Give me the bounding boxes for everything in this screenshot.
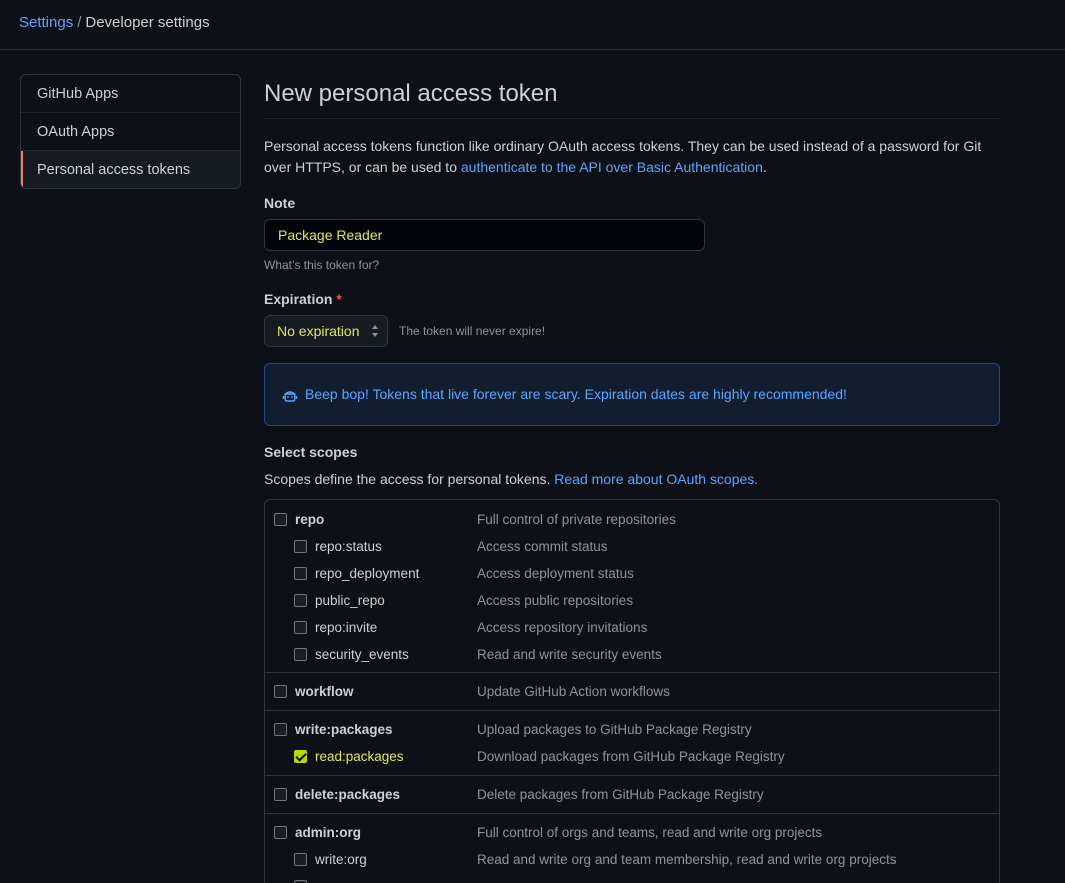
expiration-selected-value: No expiration [277,323,360,339]
scope-desc: Update GitHub Action workflows [477,684,670,699]
scope-row-security-events: security_events Read and write security … [265,646,999,666]
scope-desc: Access repository invitations [477,620,648,635]
developer-settings-nav: GitHub Apps OAuth Apps Personal access t… [20,74,241,189]
scope-desc: Read and write security events [477,647,662,662]
breadcrumb-current: Developer settings [85,14,210,31]
scope-name: delete:packages [295,787,401,802]
intro-text: Personal access tokens function like ord… [264,136,1000,178]
scope-name: admin:org [295,825,361,840]
oauth-scopes-link[interactable]: Read more about OAuth scopes. [554,471,758,487]
scope-row-repo-deployment: repo_deployment Access deployment status [265,565,999,585]
expiration-note: The token will never expire! [399,324,546,338]
flash-message: Beep bop! Tokens that live forever are s… [305,386,847,402]
scope-name: repo_deployment [315,566,420,581]
scope-row-repo-status: repo:status Access commit status [265,538,999,558]
scope-name: repo [295,512,325,527]
scope-row-write-packages: write:packages Upload packages to GitHub… [265,721,999,741]
scope-row-write-org: write:org Read and write org and team me… [265,851,999,871]
breadcrumb: Settings / Developer settings [19,14,210,31]
scope-name: security_events [315,647,409,662]
scope-name: write:packages [295,722,393,737]
scope-row-public-repo: public_repo Access public repositories [265,592,999,612]
scope-group-workflow: workflow Update GitHub Action workflows [265,673,999,711]
scope-checkbox-write-packages[interactable] [274,723,287,736]
scope-desc: Access deployment status [477,566,634,581]
scope-row-admin-org: admin:org Full control of orgs and teams… [265,824,999,844]
scopes-list: repo Full control of private repositorie… [264,499,1000,883]
scope-name: repo:invite [315,620,378,635]
scope-row-delete-packages: delete:packages Delete packages from Git… [265,786,999,806]
scope-group-delete-packages: delete:packages Delete packages from Git… [265,776,999,814]
robot-icon [282,391,298,402]
scopes-title: Select scopes [264,444,358,460]
scope-desc: Access commit status [477,539,608,554]
scope-name: workflow [295,684,354,699]
scope-name: repo:status [315,539,382,554]
note-input[interactable]: Package Reader [264,219,705,251]
scope-row-repo: repo Full control of private repositorie… [265,511,999,531]
scope-checkbox-write-org[interactable] [294,853,307,866]
basic-auth-link[interactable]: authenticate to the API over Basic Authe… [461,159,763,175]
expiration-warning-flash: Beep bop! Tokens that live forever are s… [264,363,1000,426]
scope-desc: Download packages from GitHub Package Re… [477,749,785,764]
page-title: New personal access token [264,80,1000,119]
scopes-desc-text: Scopes define the access for personal to… [264,471,555,487]
scope-row-read-packages: read:packages Download packages from Git… [265,748,999,768]
scope-desc: Delete packages from GitHub Package Regi… [477,787,764,802]
scope-name: write:org [315,852,367,867]
scope-checkbox-repo[interactable] [274,513,287,526]
scope-name: read:packages [315,749,404,764]
sidebar-item-github-apps[interactable]: GitHub Apps [21,75,240,113]
breadcrumb-settings-link[interactable]: Settings [19,14,73,31]
scope-row-next-partial [265,878,999,883]
scope-checkbox-repo-status[interactable] [294,540,307,553]
scope-checkbox-delete-packages[interactable] [274,788,287,801]
scope-name: public_repo [315,593,385,608]
scope-desc: Read and write org and team membership, … [477,852,897,867]
scope-checkbox-read-packages[interactable] [294,750,307,763]
note-hint: What’s this token for? [264,258,380,272]
scope-desc: Full control of orgs and teams, read and… [477,825,823,840]
expiration-label: Expiration * [264,291,342,307]
scopes-desc: Scopes define the access for personal to… [264,471,758,487]
scope-group-write-packages: write:packages Upload packages to GitHub… [265,711,999,776]
scope-row-repo-invite: repo:invite Access repository invitation… [265,619,999,639]
scope-group-admin-org: admin:org Full control of orgs and teams… [265,814,999,883]
sidebar-item-oauth-apps[interactable]: OAuth Apps [21,113,240,151]
scope-checkbox-repo-deployment[interactable] [294,567,307,580]
scope-checkbox-workflow[interactable] [274,685,287,698]
expiration-select[interactable]: No expiration [264,315,388,347]
scope-desc: Upload packages to GitHub Package Regist… [477,722,752,737]
expiration-label-text: Expiration [264,291,333,307]
scope-checkbox-security-events[interactable] [294,648,307,661]
required-marker: * [336,291,342,307]
top-bar: Settings / Developer settings [0,0,1065,50]
breadcrumb-separator: / [77,14,82,31]
intro-text-end: . [762,159,767,175]
select-arrows-icon [372,325,378,337]
sidebar-item-personal-access-tokens[interactable]: Personal access tokens [21,151,240,188]
scope-checkbox-public-repo[interactable] [294,594,307,607]
scope-checkbox-admin-org[interactable] [274,826,287,839]
scope-checkbox-repo-invite[interactable] [294,621,307,634]
scope-row-workflow: workflow Update GitHub Action workflows [265,683,999,703]
scope-desc: Access public repositories [477,593,634,608]
scope-desc: Full control of private repositories [477,512,676,527]
note-label: Note [264,195,296,211]
scope-group-repo: repo Full control of private repositorie… [265,500,999,673]
